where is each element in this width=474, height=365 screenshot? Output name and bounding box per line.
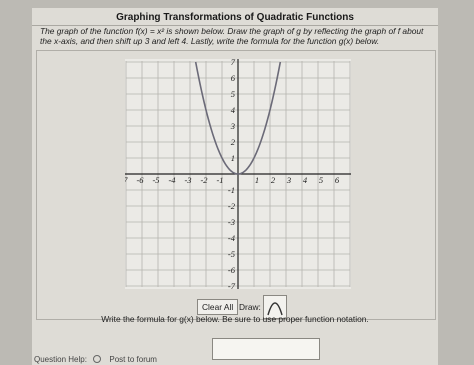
- graph-container: -7-6-5-4-3-2-112345677654321-1-2-3-4-5-6…: [36, 50, 436, 320]
- y-tick-label: -7: [228, 281, 236, 289]
- coordinate-grid[interactable]: -7-6-5-4-3-2-112345677654321-1-2-3-4-5-6…: [125, 59, 351, 289]
- y-tick-label: 1: [231, 153, 235, 163]
- x-tick-label: -5: [152, 175, 159, 185]
- x-tick-label: 5: [319, 175, 323, 185]
- y-tick-label: -5: [228, 249, 235, 259]
- graphing-canvas[interactable]: -7-6-5-4-3-2-112345677654321-1-2-3-4-5-6…: [125, 59, 351, 289]
- question-help-row: Question Help: Post to forum: [34, 355, 157, 365]
- x-tick-label: -1: [216, 175, 223, 185]
- y-tick-label: 3: [230, 121, 235, 131]
- x-tick-label: 2: [271, 175, 276, 185]
- clock-icon: [93, 355, 102, 363]
- x-tick-label: -6: [136, 175, 144, 185]
- question-panel: Graphing Transformations of Quadratic Fu…: [32, 8, 438, 365]
- page-title: Graphing Transformations of Quadratic Fu…: [32, 11, 438, 26]
- formula-prompt: Write the formula for g(x) below. Be sur…: [101, 314, 369, 324]
- x-tick-label: 6: [335, 175, 340, 185]
- x-tick-label: -4: [168, 175, 176, 185]
- y-tick-label: -4: [228, 233, 236, 243]
- question-help-label: Question Help:: [34, 355, 87, 364]
- post-to-forum-link[interactable]: Post to forum: [109, 355, 157, 364]
- x-tick-label: -3: [184, 175, 191, 185]
- y-tick-label: -1: [228, 185, 235, 195]
- draw-label: Draw:: [239, 302, 261, 312]
- y-tick-label: 7: [231, 59, 236, 67]
- formula-answer-input[interactable]: [212, 338, 320, 360]
- x-tick-label: 4: [303, 175, 308, 185]
- x-tick-label: 3: [286, 175, 291, 185]
- x-tick-label: -2: [200, 175, 208, 185]
- y-tick-label: -2: [228, 201, 236, 211]
- y-tick-label: -3: [228, 217, 235, 227]
- y-tick-label: -6: [228, 265, 236, 275]
- y-tick-label: 5: [231, 89, 235, 99]
- x-tick-label: 1: [255, 175, 259, 185]
- problem-statement: The graph of the function f(x) = x² is s…: [40, 26, 424, 46]
- x-tick-label: -7: [125, 175, 128, 185]
